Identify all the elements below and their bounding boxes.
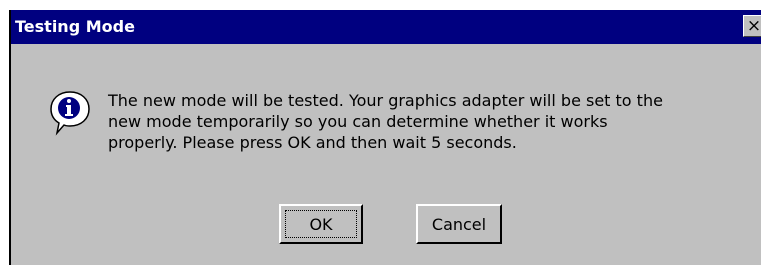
testing-mode-dialog: Testing Mode × The new mode will be test… — [9, 10, 761, 265]
dialog-message: The new mode will be tested. Your graphi… — [108, 90, 748, 153]
cancel-button-label: Cancel — [431, 214, 487, 234]
title-bar[interactable]: Testing Mode × — [11, 10, 761, 44]
information-icon — [50, 91, 90, 136]
close-icon: × — [746, 15, 761, 36]
dialog-title: Testing Mode — [15, 17, 135, 36]
cancel-button[interactable]: Cancel — [416, 204, 502, 244]
focus-rectangle — [285, 210, 357, 238]
ok-button[interactable]: OK — [279, 204, 363, 244]
message-line-2: new mode temporarily so you can determin… — [108, 112, 608, 131]
message-line-3: properly. Please press OK and then wait … — [108, 133, 517, 152]
close-button[interactable]: × — [743, 15, 761, 37]
message-line-1: The new mode will be tested. Your graphi… — [108, 91, 663, 110]
